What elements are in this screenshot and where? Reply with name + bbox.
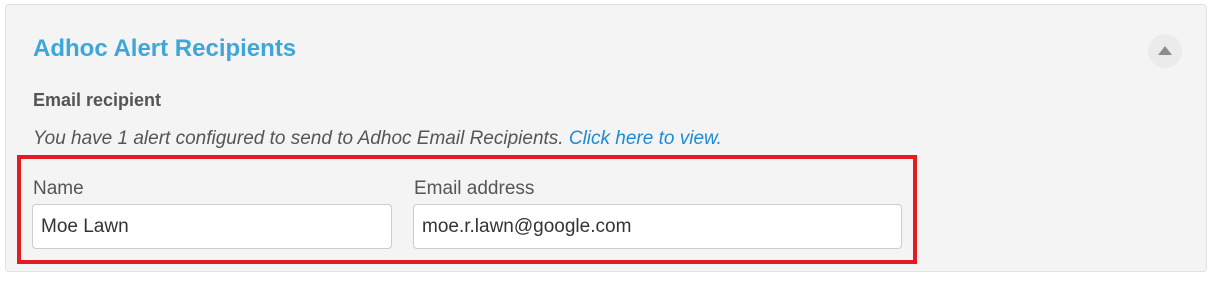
alert-info-text: You have 1 alert configured to send to A… [33, 127, 722, 151]
chevron-up-icon [1158, 46, 1172, 55]
email-recipient-heading: Email recipient [33, 90, 162, 110]
collapse-button[interactable] [1148, 34, 1182, 68]
alert-info-message: You have 1 alert configured to send to A… [33, 128, 564, 149]
view-alerts-link[interactable]: Click here to view. [569, 128, 722, 149]
highlight-annotation-box [17, 155, 917, 264]
panel-title: Adhoc Alert Recipients [33, 35, 297, 62]
